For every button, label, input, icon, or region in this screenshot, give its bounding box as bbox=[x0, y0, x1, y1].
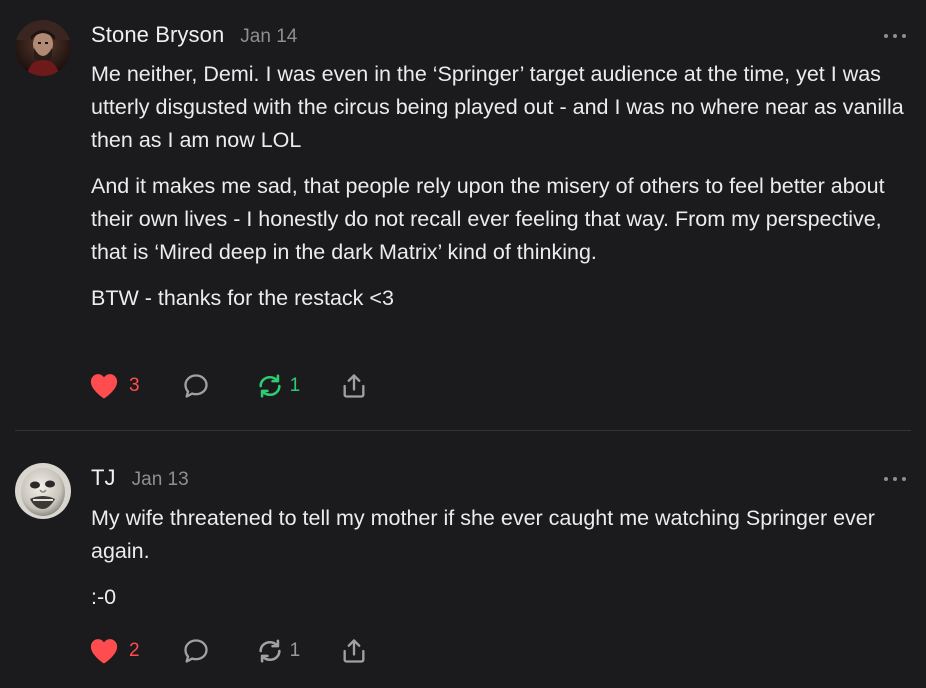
like-button[interactable]: 3 bbox=[89, 372, 140, 400]
restack-count: 1 bbox=[289, 375, 301, 396]
heart-icon bbox=[89, 637, 119, 665]
comment-paragraph: Me neither, Demi. I was even in the ‘Spr… bbox=[91, 62, 904, 152]
like-count: 2 bbox=[129, 640, 140, 661]
restack-button[interactable]: 1 bbox=[256, 637, 301, 665]
more-options-icon[interactable] bbox=[884, 32, 906, 40]
comment-paragraph: And it makes me sad, that people rely up… bbox=[91, 174, 885, 264]
comment-date[interactable]: Jan 14 bbox=[240, 26, 297, 48]
share-button[interactable] bbox=[340, 637, 368, 665]
author-name[interactable]: TJ bbox=[91, 465, 116, 491]
comment-bubble-icon bbox=[182, 637, 210, 665]
restack-icon bbox=[256, 637, 284, 665]
restack-button[interactable]: 1 bbox=[256, 372, 301, 400]
restack-icon bbox=[256, 372, 284, 400]
comment-stone-bryson: Stone Bryson Jan 14 Me neither, Demi. I … bbox=[0, 0, 926, 430]
comment-meta: Stone Bryson Jan 14 bbox=[91, 22, 297, 48]
avatar[interactable] bbox=[15, 20, 71, 76]
avatar[interactable] bbox=[15, 463, 71, 519]
reply-button[interactable] bbox=[182, 637, 210, 665]
comment-paragraph: :-0 bbox=[91, 585, 117, 609]
share-icon bbox=[340, 372, 368, 400]
comment-body: Me neither, Demi. I was even in the ‘Spr… bbox=[91, 58, 906, 328]
reply-button[interactable] bbox=[182, 372, 210, 400]
comment-bubble-icon bbox=[182, 372, 210, 400]
share-button[interactable] bbox=[340, 372, 368, 400]
comment-date[interactable]: Jan 13 bbox=[132, 469, 189, 491]
comment-body: My wife threatened to tell my mother if … bbox=[91, 502, 906, 627]
more-options-icon[interactable] bbox=[884, 475, 906, 483]
like-button[interactable]: 2 bbox=[89, 637, 140, 665]
comment-paragraph: My wife threatened to tell my mother if … bbox=[91, 506, 875, 563]
comment-actions: 3 1 bbox=[89, 371, 368, 401]
share-icon bbox=[340, 637, 368, 665]
comment-actions: 2 1 bbox=[89, 636, 368, 666]
heart-icon bbox=[89, 372, 119, 400]
like-count: 3 bbox=[129, 375, 140, 396]
comment-tj: TJ Jan 13 My wife threatened to tell my … bbox=[0, 431, 926, 688]
comment-meta: TJ Jan 13 bbox=[91, 465, 189, 491]
restack-count: 1 bbox=[289, 640, 301, 661]
comment-paragraph: BTW - thanks for the restack <3 bbox=[91, 286, 394, 310]
author-name[interactable]: Stone Bryson bbox=[91, 22, 224, 48]
